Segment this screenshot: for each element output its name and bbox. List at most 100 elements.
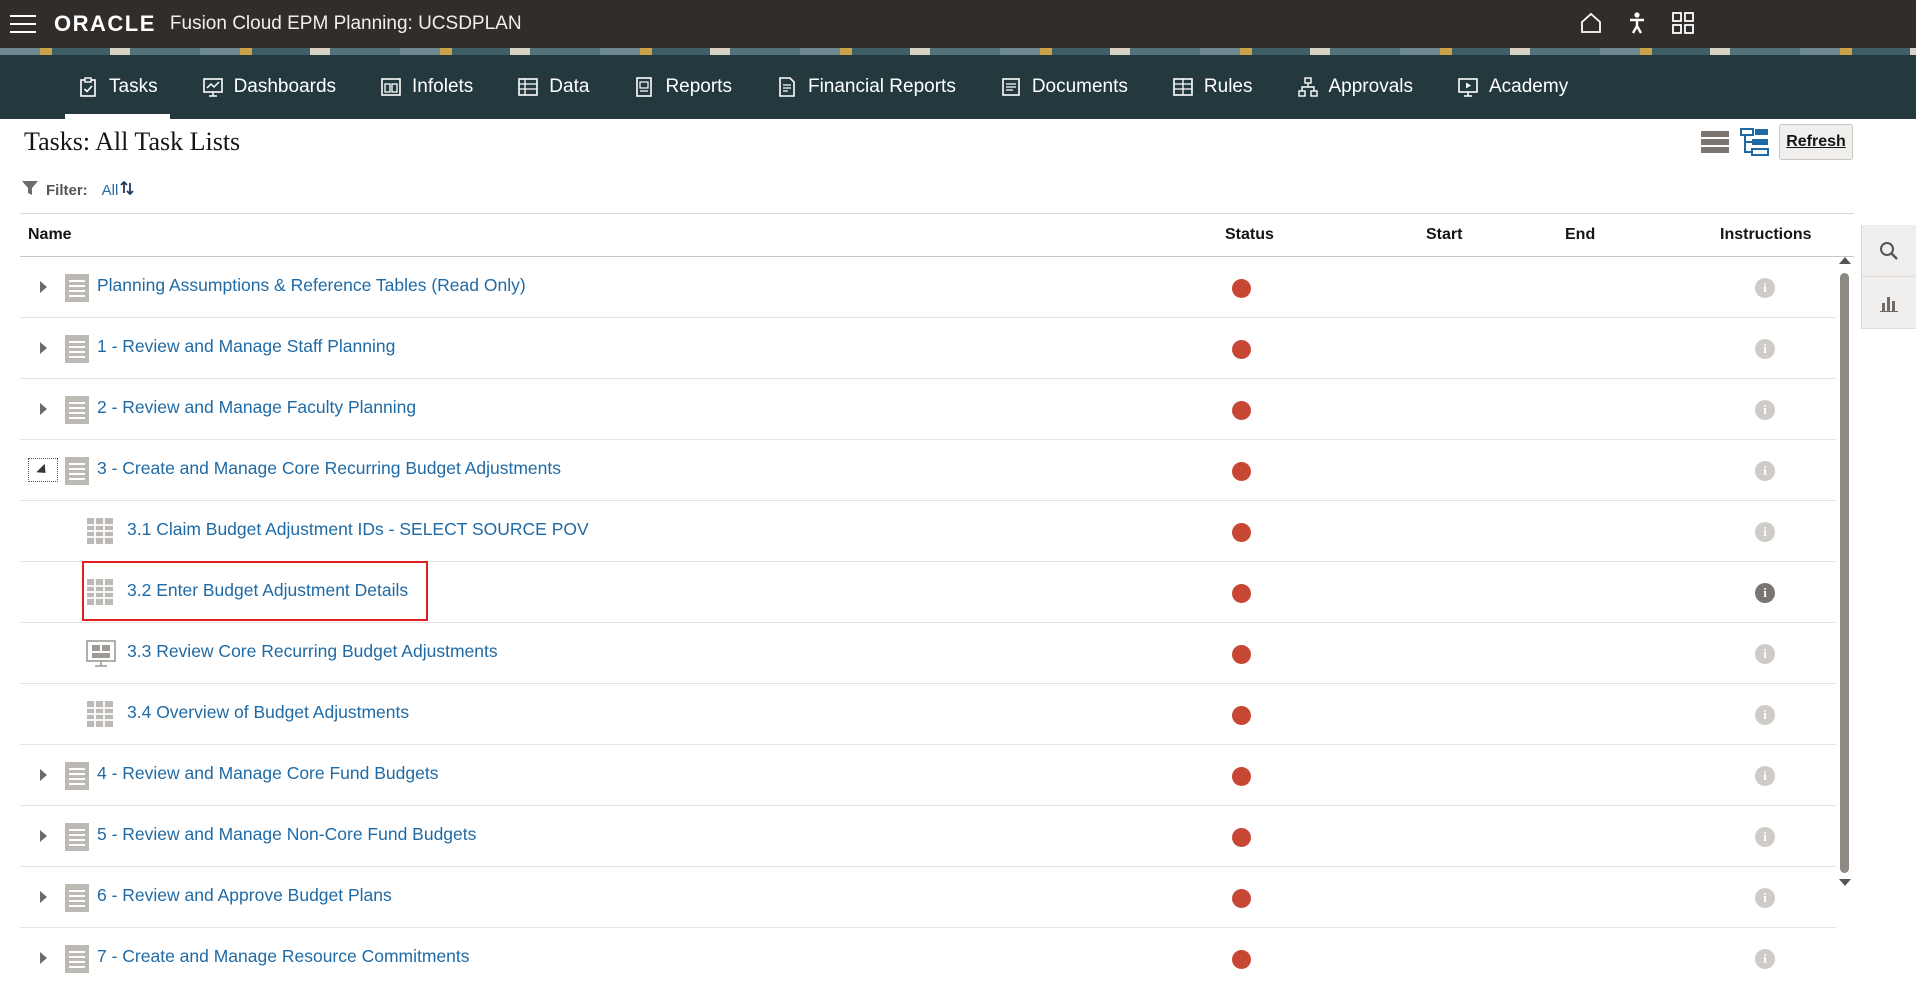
academy-icon [1458, 78, 1478, 97]
refresh-button[interactable]: Refresh [1779, 124, 1853, 160]
instructions-info-icon[interactable]: i [1755, 949, 1775, 969]
status-indicator-icon [1232, 523, 1251, 542]
nav-academy[interactable]: Academy [1435, 55, 1590, 119]
table-row[interactable]: Planning Assumptions & Reference Tables … [20, 257, 1836, 318]
chart-icon[interactable] [1862, 277, 1916, 329]
table-row[interactable]: 5 - Review and Manage Non-Core Fund Budg… [20, 806, 1836, 867]
nav-label: Rules [1203, 76, 1253, 97]
table-row[interactable]: 6 - Review and Approve Budget Plans i [20, 867, 1836, 928]
table-row[interactable]: 2 - Review and Manage Faculty Planning i [20, 379, 1836, 440]
status-indicator-icon [1232, 462, 1251, 481]
dashboard-task-icon [86, 639, 116, 669]
instructions-info-icon[interactable]: i [1755, 461, 1775, 481]
expand-toggle-icon[interactable] [34, 400, 52, 418]
nav-financial-reports[interactable]: Financial Reports [754, 55, 978, 119]
nav-rules[interactable]: Rules [1150, 55, 1275, 119]
table-body: Planning Assumptions & Reference Tables … [20, 257, 1836, 983]
search-icon[interactable] [1862, 225, 1916, 277]
instructions-info-icon[interactable]: i [1755, 888, 1775, 908]
nav-documents[interactable]: Documents [978, 55, 1150, 119]
nav-label: Data [549, 76, 590, 97]
expand-toggle-icon[interactable] [34, 278, 52, 296]
instructions-info-icon[interactable]: i [1755, 644, 1775, 664]
nav-label: Financial Reports [807, 76, 956, 97]
flat-view-icon[interactable] [1700, 128, 1730, 161]
instructions-info-icon[interactable]: i [1755, 766, 1775, 786]
tree-view-icon[interactable] [1740, 127, 1770, 162]
nav-infolets[interactable]: Infolets [358, 55, 495, 119]
column-header-start[interactable]: Start [1426, 226, 1462, 244]
task-name-link[interactable]: 3.3 Review Core Recurring Budget Adjustm… [127, 641, 498, 662]
form-grid-icon [86, 578, 114, 608]
reports-icon [636, 77, 653, 97]
table-header: Name Status Start End Instructions [20, 213, 1854, 257]
nav-data[interactable]: Data [495, 55, 611, 119]
instructions-info-icon[interactable]: i [1755, 400, 1775, 420]
column-header-status[interactable]: Status [1225, 226, 1274, 244]
column-header-end[interactable]: End [1565, 226, 1595, 244]
home-icon[interactable] [1578, 10, 1604, 36]
table-row[interactable]: 1 - Review and Manage Staff Planning i [20, 318, 1836, 379]
instructions-info-icon[interactable]: i [1755, 278, 1775, 298]
accessibility-icon[interactable] [1624, 10, 1650, 36]
status-indicator-icon [1232, 889, 1251, 908]
status-indicator-icon [1232, 950, 1251, 969]
status-indicator-icon [1232, 645, 1251, 664]
expand-toggle-icon[interactable] [34, 949, 52, 967]
table-row[interactable]: 3.2 Enter Budget Adjustment Details i [20, 562, 1836, 623]
main-content: Tasks: All Task Lists Refresh Filter: Al… [0, 119, 1916, 983]
expand-toggle-icon[interactable] [34, 339, 52, 357]
table-row[interactable]: 3 - Create and Manage Core Recurring Bud… [20, 440, 1836, 501]
form-grid-icon [86, 700, 114, 730]
instructions-info-icon[interactable]: i [1755, 583, 1775, 603]
task-name-link[interactable]: 2 - Review and Manage Faculty Planning [97, 397, 416, 418]
swap-sort-icon[interactable] [120, 180, 134, 199]
nav-approvals[interactable]: Approvals [1275, 55, 1436, 119]
expand-toggle-icon[interactable] [34, 888, 52, 906]
table-row[interactable]: 4 - Review and Manage Core Fund Budgets i [20, 745, 1836, 806]
filter-label: Filter: [46, 181, 88, 199]
navigator-grid-icon[interactable] [1670, 10, 1696, 36]
collapse-toggle-icon[interactable] [28, 458, 58, 482]
filter-value-link[interactable]: All [102, 182, 119, 199]
instructions-info-icon[interactable]: i [1755, 705, 1775, 725]
task-name-link[interactable]: Planning Assumptions & Reference Tables … [97, 275, 526, 296]
scroll-up-arrow-icon[interactable] [1839, 257, 1851, 264]
task-name-link[interactable]: 6 - Review and Approve Budget Plans [97, 885, 392, 906]
task-name-link[interactable]: 5 - Review and Manage Non-Core Fund Budg… [97, 824, 476, 845]
app-title: Fusion Cloud EPM Planning: UCSDPLAN [169, 13, 522, 34]
task-name-link[interactable]: 7 - Create and Manage Resource Commitmen… [97, 946, 470, 967]
task-name-link[interactable]: 3.2 Enter Budget Adjustment Details [127, 580, 408, 601]
nav-reports[interactable]: Reports [611, 55, 754, 119]
filter-icon[interactable] [22, 181, 38, 199]
table-row[interactable]: 7 - Create and Manage Resource Commitmen… [20, 928, 1836, 983]
task-name-link[interactable]: 3 - Create and Manage Core Recurring Bud… [97, 458, 561, 479]
task-name-link[interactable]: 3.4 Overview of Budget Adjustments [127, 702, 409, 723]
table-row[interactable]: 3.3 Review Core Recurring Budget Adjustm… [20, 623, 1836, 684]
task-name-link[interactable]: 3.1 Claim Budget Adjustment IDs - SELECT… [127, 519, 589, 540]
status-indicator-icon [1232, 340, 1251, 359]
column-header-name[interactable]: Name [28, 226, 72, 244]
table-row[interactable]: 3.4 Overview of Budget Adjustments i [20, 684, 1836, 745]
scroll-down-arrow-icon[interactable] [1839, 879, 1851, 886]
task-name-link[interactable]: 4 - Review and Manage Core Fund Budgets [97, 763, 438, 784]
dashboard-icon [202, 78, 223, 97]
column-header-instructions[interactable]: Instructions [1720, 226, 1812, 244]
status-indicator-icon [1232, 401, 1251, 420]
vertical-scrollbar[interactable] [1836, 257, 1852, 887]
nav-dashboards[interactable]: Dashboards [180, 55, 358, 119]
table-row[interactable]: 3.1 Claim Budget Adjustment IDs - SELECT… [20, 501, 1836, 562]
expand-toggle-icon[interactable] [34, 766, 52, 784]
task-list-icon [64, 944, 92, 974]
hamburger-menu-icon[interactable] [10, 15, 36, 33]
nav-label: Dashboards [233, 76, 337, 97]
instructions-info-icon[interactable]: i [1755, 827, 1775, 847]
task-table: Name Status Start End Instructions Plann… [20, 213, 1854, 983]
status-indicator-icon [1232, 279, 1251, 298]
task-name-link[interactable]: 1 - Review and Manage Staff Planning [97, 336, 395, 357]
scroll-thumb[interactable] [1840, 273, 1849, 873]
instructions-info-icon[interactable]: i [1755, 522, 1775, 542]
expand-toggle-icon[interactable] [34, 827, 52, 845]
nav-tasks[interactable]: Tasks [55, 55, 180, 119]
instructions-info-icon[interactable]: i [1755, 339, 1775, 359]
